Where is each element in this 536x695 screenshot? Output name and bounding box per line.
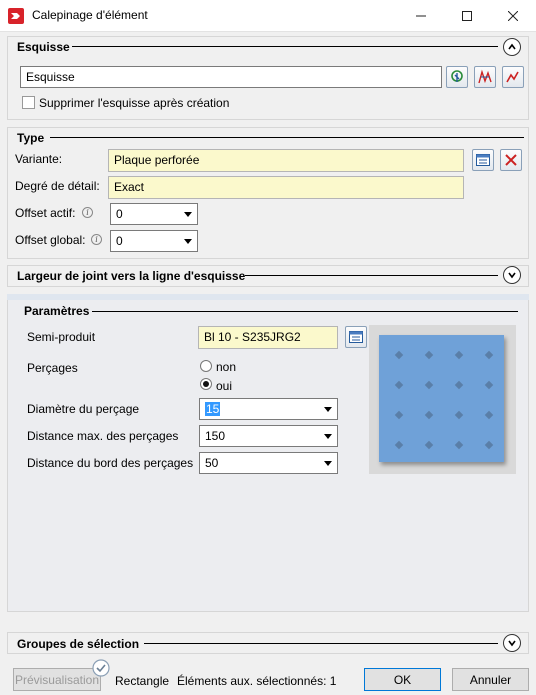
hole-mark — [454, 380, 464, 390]
pick-sketch-button[interactable] — [446, 66, 468, 88]
ok-button[interactable]: OK — [364, 668, 441, 691]
esquisse-collapse-button[interactable] — [503, 38, 521, 56]
variante-label: Variante: — [15, 152, 63, 166]
groupes-expand-button[interactable] — [503, 634, 521, 652]
distance-max-value: 150 — [205, 429, 226, 443]
percages-non-radio[interactable] — [200, 360, 212, 372]
parametres-title: Paramètres — [24, 304, 90, 318]
delete-sketch-checkbox[interactable] — [22, 96, 35, 109]
diametre-combo[interactable]: 15 — [199, 398, 338, 420]
offset-actif-value: 0 — [116, 207, 123, 221]
sketch-lines-button[interactable] — [474, 66, 496, 88]
sketch-red-lines-icon — [506, 71, 519, 83]
hole-mark — [424, 380, 434, 390]
pick-sketch-icon — [451, 70, 463, 82]
parametres-header-band — [7, 294, 529, 300]
variante-catalog-button[interactable] — [472, 149, 494, 171]
esquisse-field[interactable]: Esquisse — [20, 66, 442, 88]
chevron-down-icon — [324, 407, 332, 412]
info-icon: i — [91, 234, 102, 245]
hole-mark — [394, 350, 404, 360]
maximize-icon — [462, 11, 472, 21]
hole-mark — [484, 410, 494, 420]
percages-non-label: non — [216, 360, 237, 374]
close-button[interactable] — [490, 0, 536, 32]
percages-label: Perçages — [27, 361, 78, 375]
semi-produit-label: Semi-produit — [27, 330, 96, 344]
variante-clear-button[interactable] — [500, 149, 522, 171]
chevron-down-icon — [324, 461, 332, 466]
type-title: Type — [17, 131, 45, 145]
window-title: Calepinage d'élément — [32, 8, 148, 22]
groupes-title: Groupes de sélection — [17, 637, 140, 651]
distance-max-label: Distance max. des perçages — [27, 429, 179, 443]
esquisse-divider — [72, 46, 498, 47]
chevron-up-icon — [508, 43, 516, 50]
offset-global-label: Offset global: — [15, 233, 86, 247]
catalog-icon — [349, 331, 363, 343]
largeur-title: Largeur de joint vers la ligne d'esquiss… — [17, 269, 246, 283]
hole-mark — [424, 440, 434, 450]
hole-mark — [424, 410, 434, 420]
sketch-lines-icon — [478, 69, 492, 84]
hole-mark — [454, 440, 464, 450]
title-bar: Calepinage d'élément — [0, 0, 536, 32]
hole-mark — [484, 380, 494, 390]
mode-text: Rectangle — [115, 674, 170, 688]
delete-sketch-label: Supprimer l'esquisse après création — [39, 96, 230, 110]
esquisse-title: Esquisse — [17, 40, 70, 54]
degre-label: Degré de détail: — [15, 179, 100, 193]
hole-mark — [424, 350, 434, 360]
minimize-button[interactable] — [398, 0, 444, 32]
app-icon — [8, 8, 24, 24]
hole-mark — [394, 440, 404, 450]
distance-bord-label: Distance du bord des perçages — [27, 456, 194, 470]
largeur-divider — [245, 275, 498, 276]
hole-mark — [454, 410, 464, 420]
distance-bord-combo[interactable]: 50 — [199, 452, 338, 474]
catalog-icon — [476, 154, 490, 166]
status-text: Éléments aux. sélectionnés: 1 — [177, 674, 337, 688]
type-divider — [50, 137, 524, 138]
percages-oui-radio[interactable] — [200, 378, 212, 390]
semi-produit-field[interactable]: Bl 10 - S235JRG2 — [198, 326, 338, 349]
chevron-down-icon — [184, 212, 192, 217]
hole-mark — [484, 440, 494, 450]
check-badge-icon — [92, 659, 110, 677]
largeur-expand-button[interactable] — [503, 266, 521, 284]
offset-global-combo[interactable]: 0 — [110, 230, 198, 252]
offset-actif-label: Offset actif: — [15, 206, 76, 220]
hole-mark — [394, 380, 404, 390]
close-icon — [508, 11, 518, 21]
maximize-button[interactable] — [444, 0, 490, 32]
clear-red-x-icon — [505, 154, 517, 166]
info-icon: i — [82, 207, 93, 218]
groupes-divider — [144, 643, 498, 644]
chevron-down-icon — [184, 239, 192, 244]
perforated-plate-image — [379, 335, 504, 462]
distance-bord-value: 50 — [205, 456, 219, 470]
cancel-button[interactable]: Annuler — [452, 668, 529, 691]
percages-oui-label: oui — [216, 379, 233, 393]
chevron-down-icon — [508, 272, 516, 279]
diametre-value: 15 — [205, 402, 221, 416]
hole-mark — [454, 350, 464, 360]
preview-button[interactable]: Prévisualisation — [13, 668, 101, 691]
offset-actif-combo[interactable]: 0 — [110, 203, 198, 225]
degre-field[interactable]: Exact — [108, 176, 464, 199]
chevron-down-icon — [324, 434, 332, 439]
offset-global-value: 0 — [116, 234, 123, 248]
sketch-red-lines-button[interactable] — [502, 66, 524, 88]
parametres-divider — [92, 311, 518, 312]
semi-produit-catalog-button[interactable] — [345, 326, 367, 348]
hole-mark — [484, 350, 494, 360]
plate-preview — [369, 325, 516, 474]
minimize-icon — [416, 15, 426, 17]
diametre-label: Diamètre du perçage — [27, 402, 140, 416]
hole-mark — [394, 410, 404, 420]
variante-field[interactable]: Plaque perforée — [108, 149, 464, 172]
distance-max-combo[interactable]: 150 — [199, 425, 338, 447]
chevron-down-icon — [508, 640, 516, 647]
